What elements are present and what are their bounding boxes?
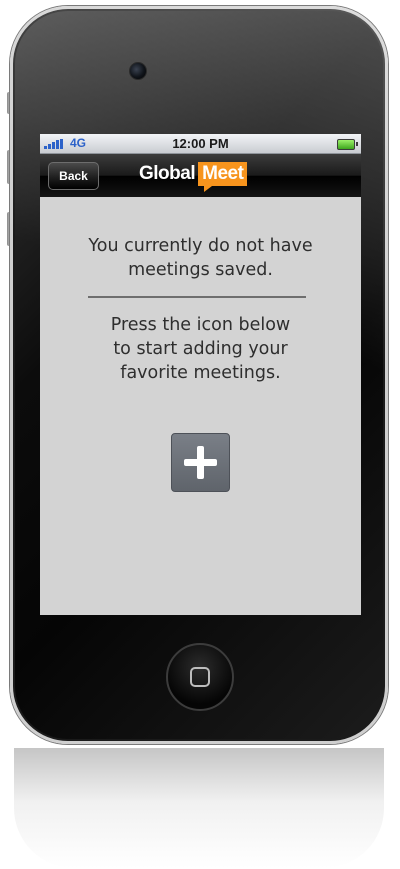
status-time: 12:00 PM xyxy=(172,136,229,151)
divider xyxy=(88,296,306,298)
empty-message-line-1: You currently do not have xyxy=(88,236,313,256)
home-square-icon xyxy=(190,667,210,687)
hint-message-line-3: favorite meetings. xyxy=(120,363,281,383)
home-button[interactable] xyxy=(166,643,234,711)
hint-message-line-1: Press the icon below xyxy=(110,315,291,335)
hint-message: Press the icon below to start adding you… xyxy=(40,313,361,385)
empty-message: You currently do not have meetings saved… xyxy=(40,234,361,282)
status-bar: 4G 12:00 PM xyxy=(40,134,361,154)
back-button[interactable]: Back xyxy=(48,162,99,190)
saved-meetings-empty-state: You currently do not have meetings saved… xyxy=(40,197,361,615)
battery-icon xyxy=(337,139,358,150)
globalmeet-logo: Global Meet xyxy=(139,162,248,192)
add-meeting-button[interactable] xyxy=(171,433,230,492)
logo-text-meet: Meet xyxy=(198,162,248,192)
navigation-bar: Back Global Meet xyxy=(40,154,361,197)
logo-text-global: Global xyxy=(139,163,196,184)
device-mockup: 4G 12:00 PM Back Global Meet You currentl… xyxy=(0,0,400,869)
device-reflection xyxy=(14,748,384,868)
app-screen: 4G 12:00 PM Back Global Meet You currentl… xyxy=(40,134,361,615)
empty-message-line-2: meetings saved. xyxy=(128,260,273,280)
front-camera-icon xyxy=(129,62,147,80)
hint-message-line-2: to start adding your xyxy=(113,339,288,359)
